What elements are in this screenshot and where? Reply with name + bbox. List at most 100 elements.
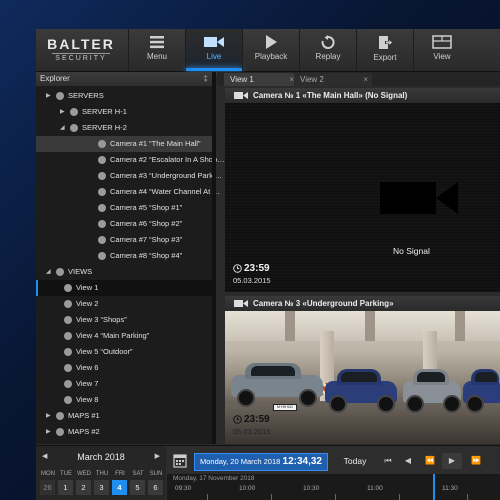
- no-signal-text: No Signal: [393, 246, 430, 256]
- expand-arrow-icon[interactable]: ▶: [60, 104, 65, 120]
- calendar-day[interactable]: 3: [94, 480, 109, 495]
- tab-label: View 2: [300, 75, 324, 84]
- expand-arrow-icon[interactable]: ▶: [46, 88, 51, 104]
- weekday-label: WED: [77, 471, 91, 477]
- tree-item-label: VIEWS: [68, 267, 93, 276]
- export-button[interactable]: Export: [356, 29, 413, 71]
- tree-item[interactable]: ▶ SERVERS: [36, 88, 212, 104]
- tick-mark: [271, 494, 272, 500]
- tree-item-label: Camera #5 “Shop #1”: [110, 203, 183, 212]
- expand-arrow-icon[interactable]: ◢: [46, 264, 51, 280]
- playback-button[interactable]: Playback: [242, 29, 299, 71]
- tree-item-label: Camera #8 “Shop #4”: [110, 251, 183, 260]
- tree-item[interactable]: View 5 “Outdoor”: [36, 344, 212, 360]
- tree-node-icon: [64, 364, 72, 372]
- tree-item[interactable]: ◢ VIEWS: [36, 264, 212, 280]
- calendar-day[interactable]: 1: [58, 480, 73, 495]
- expand-arrow-icon[interactable]: ◢: [60, 120, 65, 136]
- playback-label: Playback: [254, 52, 288, 61]
- tick-mark: [467, 494, 468, 500]
- tree-item[interactable]: View 6: [36, 360, 212, 376]
- replay-button[interactable]: Replay: [299, 29, 356, 71]
- calendar-day[interactable]: 26: [40, 480, 55, 495]
- tree-node-icon: [56, 268, 64, 276]
- tree-item[interactable]: View 3 “Shops”: [36, 312, 212, 328]
- tree-item[interactable]: View 4 “Main Parking”: [36, 328, 212, 344]
- tree-item[interactable]: Camera #4 “Water Channel At …: [36, 184, 220, 200]
- tree-item[interactable]: Camera #5 “Shop #1”: [36, 200, 212, 216]
- rewind-icon[interactable]: ⏪: [418, 453, 442, 469]
- tree-item[interactable]: Camera #3 “Underground Parki…: [36, 168, 222, 184]
- step-back-icon[interactable]: ◀: [398, 453, 418, 469]
- tree-item[interactable]: Camera #2 “Escalator In A Shop…: [36, 152, 225, 168]
- date-time-field[interactable]: Monday, 20 March 2018 12:34,32: [194, 453, 328, 471]
- tree-item[interactable]: Camera #6 “Shop #2”: [36, 216, 212, 232]
- camera-icon: [234, 92, 248, 99]
- skip-start-icon[interactable]: ⏮: [378, 453, 398, 469]
- expand-arrow-icon[interactable]: ▶: [46, 408, 51, 424]
- tree-item[interactable]: Camera #7 “Shop #3”: [36, 232, 212, 248]
- timeline: Monday, 20 March 2018 12:34,32 Today ⏮ ◀…: [167, 446, 500, 500]
- tree-node-icon: [64, 380, 72, 388]
- pin-icon[interactable]: ‡: [204, 72, 208, 86]
- live-button[interactable]: Live: [185, 29, 242, 71]
- expand-arrow-icon[interactable]: ▶: [46, 424, 51, 440]
- tree-item-label: View 4 “Main Parking”: [76, 331, 150, 340]
- weekday-label: TUE: [60, 471, 72, 477]
- next-month-icon[interactable]: ▶: [155, 450, 160, 464]
- camera-panel-header: Camera № 1 «The Main Hall» (No Signal): [225, 88, 500, 103]
- no-signal-camera-icon: [380, 182, 458, 214]
- camera-panel-1[interactable]: Camera № 1 «The Main Hall» (No Signal) N…: [225, 88, 500, 292]
- tree-node-icon: [98, 236, 106, 244]
- tick-label: 11:30: [442, 485, 458, 492]
- timestamp-time: 23:59: [244, 263, 270, 274]
- calendar-day[interactable]: 4: [112, 480, 127, 495]
- tree-node-icon: [64, 332, 72, 340]
- today-button[interactable]: Today: [337, 453, 373, 469]
- camera-panel-header: Camera № 3 «Underground Parking»: [225, 296, 500, 311]
- previous-month-icon[interactable]: ◀: [42, 450, 47, 464]
- tab-view-2[interactable]: View 2 ×: [294, 73, 372, 86]
- tree-item[interactable]: View 2: [36, 296, 212, 312]
- ceiling-beam: [455, 311, 465, 341]
- timestamp-time: 23:59: [244, 414, 270, 425]
- timeline-ruler[interactable]: Monday, 17 November 2018 09:30 10:00 10:…: [167, 474, 500, 500]
- tree-item[interactable]: ▶ MAPS #1: [36, 408, 212, 424]
- timestamp-date: 05.03.2015: [233, 276, 271, 285]
- calendar-day[interactable]: 5: [130, 480, 145, 495]
- tick-label: 09:30: [175, 485, 192, 492]
- tree-node-icon: [98, 204, 106, 212]
- menu-button[interactable]: Menu: [128, 29, 185, 71]
- tree-item[interactable]: View 1: [36, 280, 212, 296]
- playhead[interactable]: [433, 474, 435, 500]
- tree-item[interactable]: ▶ MAPS #2: [36, 424, 212, 440]
- clock-icon: [233, 415, 242, 424]
- close-icon[interactable]: ×: [363, 73, 368, 86]
- tree-item-label: SERVER H-2: [82, 123, 127, 132]
- view-button[interactable]: View: [413, 29, 470, 71]
- tree-item[interactable]: ◢ SERVER H-2: [36, 120, 212, 136]
- tree-item-label: View 6: [76, 363, 99, 372]
- tick-label: 11:00: [367, 485, 383, 492]
- view-layout-icon: [432, 35, 452, 49]
- tree-item[interactable]: View 7: [36, 376, 212, 392]
- weekday-label: MON: [41, 471, 55, 477]
- bottom-panel: ◀ March 2018 ▶ MON TUE WED THU FRI SAT SUN 26 1…: [36, 445, 500, 500]
- video-feed[interactable]: M·HH 641 23:59 05.03.2015: [225, 311, 500, 444]
- tree-item[interactable]: Camera #8 “Shop #4”: [36, 248, 212, 264]
- tree-item[interactable]: View 8: [36, 392, 212, 408]
- calendar-month: March 2018: [77, 452, 125, 462]
- calendar-day[interactable]: 2: [76, 480, 91, 495]
- tab-view-1[interactable]: View 1 ×: [224, 73, 298, 86]
- calendar-icon[interactable]: [173, 453, 187, 468]
- tree-item[interactable]: ▶ SERVER H-1: [36, 104, 212, 120]
- calendar-day[interactable]: 6: [148, 480, 163, 495]
- tree-item-label: View 3 “Shops”: [76, 315, 127, 324]
- play-icon[interactable]: ▶: [442, 453, 462, 469]
- camera-panel-3[interactable]: Camera № 3 «Underground Parking» M·HH 64…: [225, 296, 500, 444]
- explorer-scrollbar[interactable]: [212, 72, 216, 444]
- video-feed[interactable]: No Signal 23:59 05.03.2015: [225, 103, 500, 292]
- fast-forward-icon[interactable]: ⏩: [464, 453, 488, 469]
- tree-item[interactable]: Camera #1 “The Main Hall”: [36, 136, 212, 152]
- parked-car: [463, 369, 500, 413]
